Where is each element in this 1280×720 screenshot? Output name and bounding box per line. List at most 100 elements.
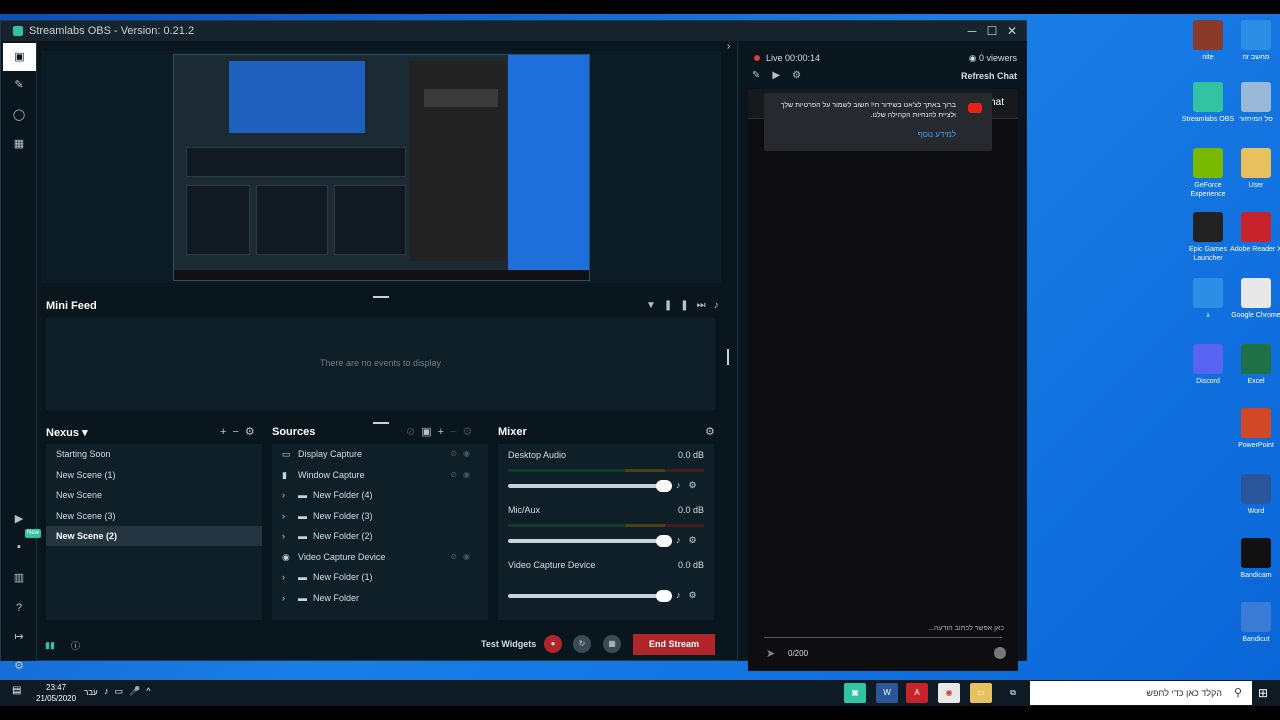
network-icon[interactable]: ▭ [115,686,130,696]
desktop-icon[interactable]: Bandicut [1228,602,1280,644]
resize-handle[interactable] [727,349,729,365]
source-item[interactable]: ▭ Display Capture ⊘◉ [272,444,486,464]
folder-lock-icon[interactable]: ⊘ [406,426,421,438]
minimize-button[interactable]: ─ [964,23,980,39]
pause-icon[interactable]: ❚❚ [664,300,697,311]
preview-resize-handle[interactable] [373,296,389,298]
app-store-icon[interactable]: ▦ [5,132,33,156]
mute-settings-icons[interactable]: ♪⚙ [676,590,705,601]
volume-slider[interactable] [508,480,672,492]
chat-input[interactable]: כאן אפשר לכתוב הודעה... [928,625,1004,632]
close-button[interactable]: ✕ [1004,23,1020,39]
desktop-icon[interactable]: User [1228,148,1280,190]
send-icon[interactable]: ➤ [766,647,775,660]
expand-chevron-icon[interactable]: › [282,506,285,526]
source-item[interactable]: › ▬ New Folder (3) [272,506,486,526]
desktop-icon[interactable]: מחשב זה [1228,20,1280,62]
clock[interactable]: 23:47 21/05/2020 [36,682,76,704]
source-settings-icon[interactable]: ⚙ [463,426,479,438]
volume-slider-knob[interactable] [656,535,672,547]
edit-stream-info-icon[interactable]: ✎ [752,70,772,81]
expand-chevron-icon[interactable]: › [282,526,285,546]
show-hidden-icon[interactable]: ^ [146,686,156,696]
source-item[interactable]: › ▬ New Folder (2) [272,526,486,546]
volume-icon[interactable]: ♪ [104,686,115,696]
studio-mode-icon[interactable]: ▣ [3,43,36,71]
source-item[interactable]: › ▬ New Folder (4) [272,485,486,505]
logout-icon[interactable]: ↦ [5,625,33,649]
taskbar-search[interactable]: הקלד כאן כדי לחפש ⚲ [1030,681,1252,705]
schedule-stream-button[interactable]: ▦ [603,635,621,653]
apps-icon[interactable]: ▪ New [5,529,42,559]
stream-settings-icon[interactable]: ⚙ [792,70,813,81]
desktop-icon[interactable]: Excel [1228,344,1280,386]
alertbox-icon[interactable]: ◯ [5,103,33,127]
emoji-icon[interactable] [994,647,1006,659]
refresh-chat-button[interactable]: Refresh Chat [961,71,1017,81]
remove-source-icon[interactable]: − [450,426,462,438]
start-button-icon[interactable]: ⊞ [1258,686,1268,700]
settings-icon[interactable]: ⚙ [5,654,33,678]
layout-icon[interactable]: ▥ [5,566,33,590]
source-item[interactable]: ▮ Window Capture ⊘◉ [272,465,486,485]
replay-buffer-button[interactable]: ↻ [573,635,591,653]
filter-icon[interactable]: ▼ [646,300,664,311]
maximize-button[interactable]: ☐ [984,23,1000,39]
record-button[interactable]: ● [544,635,562,653]
mute-alerts-icon[interactable]: ♪ [714,300,727,311]
collapse-chat-chevron-icon[interactable]: › [727,41,730,52]
volume-slider[interactable] [508,590,672,602]
add-scene-icon[interactable]: + [220,426,232,438]
mute-settings-icons[interactable]: ♪⚙ [676,535,705,546]
taskbar-explorer-icon[interactable]: ▭ [970,683,992,703]
lock-visibility-icons[interactable]: ⊘◉ [450,444,476,464]
stream-preview[interactable] [41,51,721,283]
source-item[interactable]: ◉ Video Capture Device ⊘◉ [272,547,486,567]
play-icon[interactable]: ▶ [5,507,33,531]
desktop-icon[interactable]: Google Chrome [1228,278,1280,320]
info-icon[interactable]: ⓘ [71,639,80,652]
expand-chevron-icon[interactable]: › [282,567,285,587]
scene-item[interactable]: New Scene (3) [46,506,262,526]
lock-visibility-icons[interactable]: ⊘◉ [450,465,476,485]
scenes-title[interactable]: Nexus ▾ [46,426,88,439]
scene-item[interactable]: Starting Soon [46,444,262,464]
taskbar-chrome-icon[interactable]: ◉ [938,683,960,703]
lock-visibility-icons[interactable]: ⊘◉ [450,547,476,567]
source-item[interactable]: › ▬ New Folder (1) [272,567,486,587]
action-center-icon[interactable]: ▤ [12,685,21,696]
expand-chevron-icon[interactable]: › [282,485,285,505]
end-stream-button[interactable]: End Stream [633,634,715,655]
search-input[interactable]: הקלד כאן כדי לחפש [1146,688,1222,698]
performance-icon[interactable]: ▮▮ [45,640,55,651]
desktop-icon[interactable]: סל המיחזור [1228,82,1280,124]
remove-scene-icon[interactable]: − [232,426,244,438]
add-folder-icon[interactable]: ▣ [421,426,437,438]
desktop-icon[interactable]: Bandicam [1228,538,1280,580]
source-item[interactable]: › ▬ New Folder [272,588,486,608]
taskbar-acrobat-icon[interactable]: A [906,683,928,703]
help-icon[interactable]: ? [5,596,33,620]
language-indicator[interactable]: עבר [84,688,98,697]
scene-item[interactable]: New Scene (2) [46,526,262,546]
taskbar-word-icon[interactable]: W [876,683,898,703]
mixer-settings-icon[interactable]: ⚙ [705,425,715,438]
expand-chevron-icon[interactable]: › [282,588,285,608]
video-icon[interactable]: ▶ [772,70,792,81]
scene-item[interactable]: New Scene [46,485,262,505]
mute-settings-icons[interactable]: ♪⚙ [676,480,705,491]
add-source-icon[interactable]: + [438,426,450,438]
volume-slider-knob[interactable] [656,480,672,492]
learn-more-link[interactable]: למידע נוסף [918,130,956,139]
mic-icon[interactable]: 🎤 [129,686,146,696]
volume-slider[interactable] [508,535,672,547]
taskbar-streamlabs-icon[interactable]: ▣ [844,683,866,703]
themes-icon[interactable]: ✎ [5,73,33,97]
skip-icon[interactable]: ⏭ [697,300,714,311]
desktop-icon[interactable]: Adobe Reader X [1228,212,1280,254]
scene-item[interactable]: New Scene (1) [46,465,262,485]
volume-slider-knob[interactable] [656,590,672,602]
desktop-icon[interactable]: Word [1228,474,1280,516]
scene-settings-icon[interactable]: ⚙ [245,426,261,438]
task-view-icon[interactable]: ⧉ [1002,683,1024,703]
